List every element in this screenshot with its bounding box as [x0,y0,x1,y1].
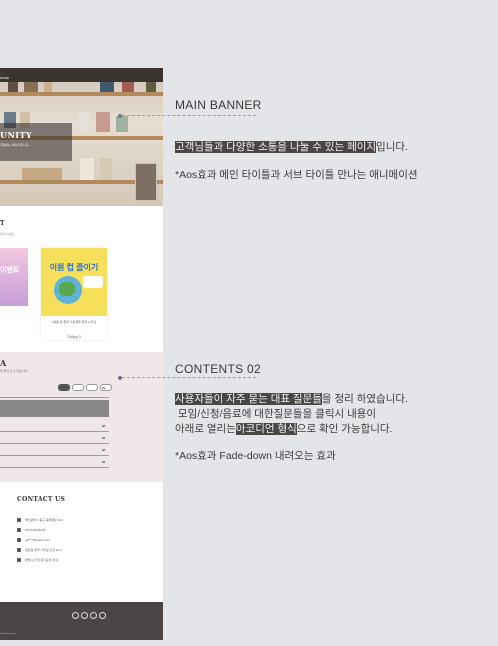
chevron-down-icon: ⌄ [100,420,107,429]
book-decor [44,82,52,92]
annotation-body-main-banner: 고객님들과 다양한 소통을 나눌 수 있는 페이지입니다. *Aos효과 메인 … [175,140,490,183]
book-decor [100,158,112,180]
contact-phone: 010-1234-5678 [25,528,46,532]
book-decor [78,112,90,132]
hero-subtitle: 지원하는 페이지입니다. [0,143,30,147]
hero-nav-text: MORE [0,76,9,80]
faq-item-open-content [0,400,109,417]
highlight-text: 고객님들과 다양한 소통을 나눌 수 있는 페이지 [175,141,377,153]
annotation-text: *Aos효과 Fade-down 내려오는 효과 [175,450,336,462]
twitter-icon[interactable] [90,612,97,619]
event-card[interactable]: 이원 컵 줍이기 1회용 컵 줍이기 환경을 지켜 나가요 자세히보기 [41,248,107,340]
hero-nav-text: ... [0,71,3,75]
annotation-text: 으로 확인 가능합니다. [296,423,393,435]
highlight-text: 사용자들이 자주 묻는 대표 질문들 [175,393,322,405]
location-icon [17,518,21,522]
facebook-icon[interactable] [72,612,79,619]
annotation-line: 사용자들이 자주 묻는 대표 질문들을 정리 하였습니다. [175,392,490,407]
book-decor [80,158,94,180]
event-heading: T [0,220,5,227]
chevron-up-icon: ⌃ [100,386,107,395]
annotation-spacer [175,437,490,449]
shelf [0,92,163,96]
annotation-title-main-banner: MAIN BANNER [175,98,262,112]
annotation-leader-line [122,115,256,116]
annotation-text: 모임/신청/음료에 대한질문들을 클릭시 내용이 [175,408,377,420]
contact-email: gd****@naver.com [25,538,50,542]
chevron-down-icon: ⌄ [100,456,107,465]
contact-extra: 영업시간 및 정기휴무 안내 [25,558,58,562]
annotation-body-contents-02: 사용자들이 자주 묻는 대표 질문들을 정리 하였습니다. 모임/신청/음료에 … [175,392,490,464]
event-card-title: 이원 컵 줍이기 [49,263,99,272]
hero-banner: ... MORE UNITY 지원하는 페이지입니다. [0,68,163,206]
contact-heading: CONTACT US [17,496,66,503]
annotation-text: *Aos효과 메인 타이틀과 서브 타이틀 만나는 애니메이션 [175,169,418,181]
annotation-line: *Aos효과 메인 타이틀과 서브 타이틀 만나는 애니메이션 [175,168,490,183]
faq-heading: A [0,358,7,368]
book-decor [100,82,114,92]
event-card-more-link[interactable]: 자세히보기 [41,335,107,339]
footer: all rights reserved [0,602,163,640]
event-section: T 참여 이벤트 이벤트 이원 컵 줍이기 1회용 컵 줍이기 환경을 지켜 나… [0,206,163,352]
instagram-icon[interactable] [81,612,88,619]
event-card-footer [0,306,28,324]
phone-icon [17,528,21,532]
event-card-caption: 1회용 컵 줍이기 환경을 지켜 나가요 [51,320,97,324]
social-links [72,606,108,624]
calendar-icon [17,548,21,552]
event-card[interactable]: 이벤트 [0,248,28,324]
faq-subheading: 을 확인할 수 있습니다. [0,369,29,373]
contact-hours: 월요일 휴무 / 화-일 오전 11시 [25,548,62,552]
event-card-title: 이벤트 [0,267,20,274]
annotation-line: 모임/신청/음료에 대한질문들을 클릭시 내용이 [175,407,490,422]
hero-title-overlay [0,123,72,161]
chevron-down-icon: ⌄ [100,432,107,441]
book-decor [146,82,156,92]
book-decor [122,82,134,92]
annotation-text: 을 정리 하였습니다. [321,393,408,405]
annotation-text: 아래로 열리는 [175,423,236,435]
annotation-leader-line [122,377,256,378]
annotation-line: *Aos효과 Fade-down 내려오는 효과 [175,449,490,464]
book-decor [24,82,38,92]
globe-land-decor [59,282,75,296]
book-decor [96,112,110,132]
website-mockup: ... MORE UNITY 지원하는 페이지입니다. T 참여 이벤트 이벤트… [0,68,163,640]
wall-art [135,163,157,201]
contact-address: 부산광역시 동구 중앙대로 214 [25,518,63,522]
book-decor [116,116,128,132]
hero-top-bar [0,68,163,82]
chevron-down-icon: ⌄ [100,444,107,453]
youtube-icon[interactable] [99,612,106,619]
faq-item[interactable]: ⌄ [0,455,109,468]
faq-section: A 을 확인할 수 있습니다. ⌃ ⌄ ⌄ ⌄ ⌄ [0,352,163,482]
book-decor [22,168,62,180]
event-subheading: 참여 이벤트 [0,232,15,236]
mail-icon [17,538,21,542]
annotation-text: 입니다. [376,141,408,153]
annotation-line: 아래로 열리는아코디언 형식으로 확인 가능합니다. [175,422,490,437]
annotation-spacer [175,155,490,168]
faq-item[interactable]: ⌃ [0,385,109,398]
clock-icon [17,558,21,562]
annotation-title-contents-02: CONTENTS 02 [175,362,261,376]
annotation-line: 고객님들과 다양한 소통을 나눌 수 있는 페이지입니다. [175,140,490,155]
hero-title: UNITY [0,130,33,140]
footer-copyright: all rights reserved [0,633,16,635]
highlight-text: 아코디언 형식 [235,423,297,435]
book-decor [8,82,18,92]
contact-section: CONTACT US 부산광역시 동구 중앙대로 214 010-1234-56… [0,482,163,602]
event-card-image [0,248,28,306]
speech-bubble-icon [83,276,103,288]
